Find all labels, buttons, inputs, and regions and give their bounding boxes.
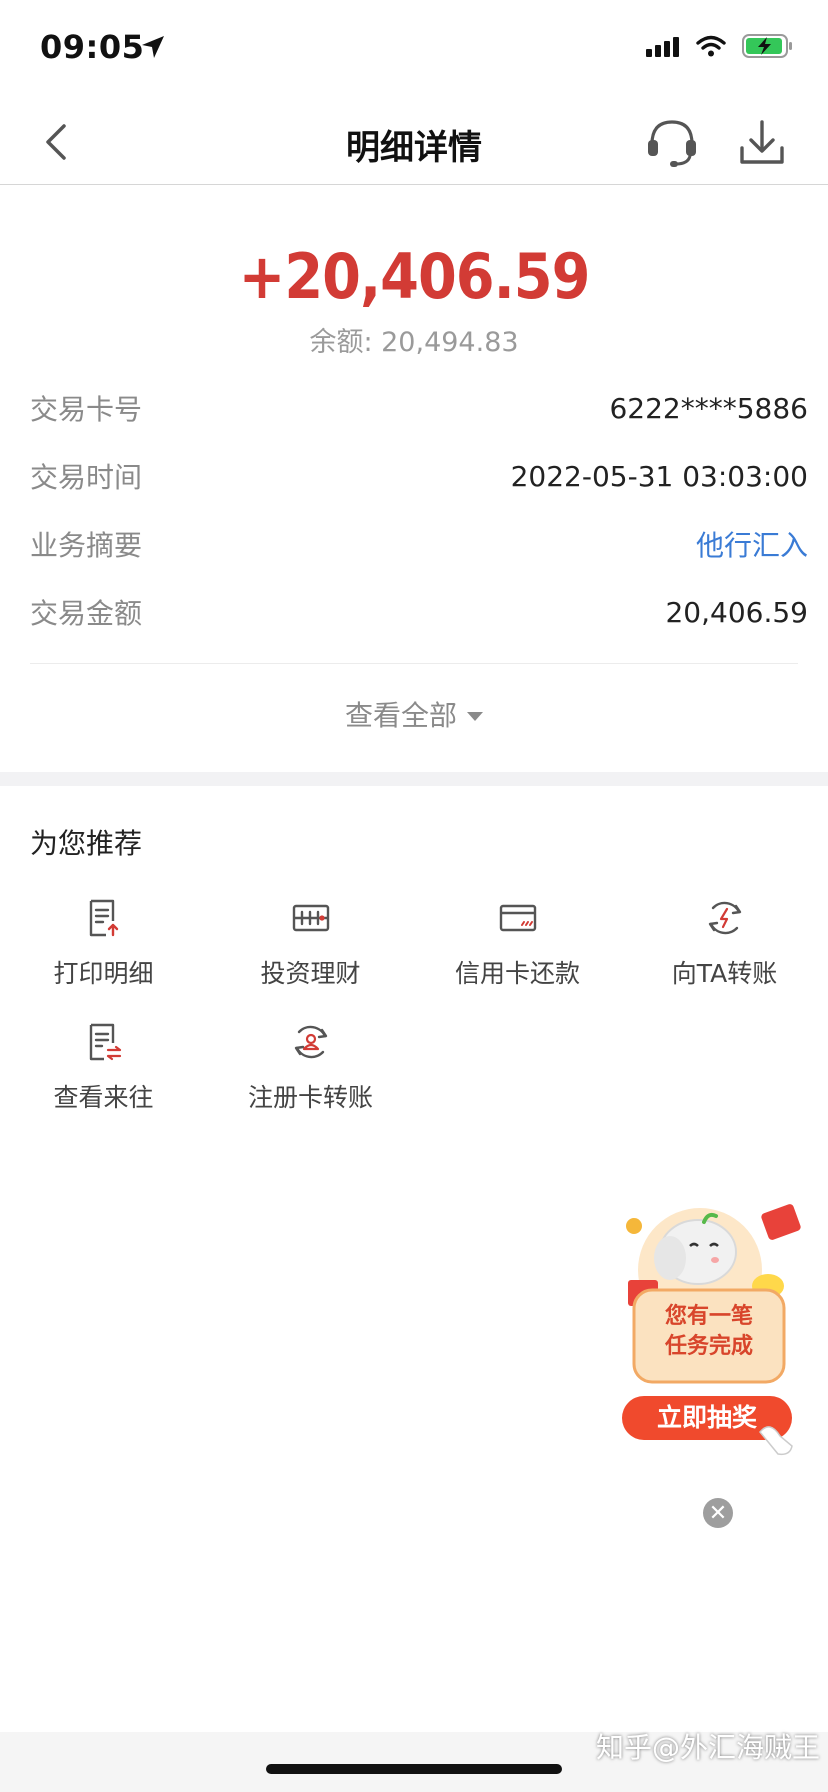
promo-close-icon[interactable]: ✕ — [703, 1498, 733, 1528]
location-arrow-icon — [140, 34, 166, 64]
detail-label: 交易卡号 — [30, 393, 143, 426]
cellular-signal-icon — [646, 35, 680, 61]
recommend-item-label: 打印明细 — [53, 959, 154, 988]
status-time: 09:05 — [40, 28, 145, 66]
promo-line2: 任务完成 — [664, 1334, 753, 1359]
detail-row-summary: 业务摘要 他行汇入 — [30, 510, 808, 578]
page-title: 明细详情 — [346, 128, 482, 168]
view-all-button[interactable]: 查看全部 — [0, 694, 828, 734]
detail-label: 交易时间 — [30, 461, 143, 494]
caret-down-icon — [467, 711, 483, 721]
recommend-item-label: 向TA转账 — [671, 959, 778, 988]
watermark: 知乎@外汇海贼王 — [595, 1731, 820, 1764]
status-icons — [646, 34, 794, 62]
lottery-promo-widget[interactable]: 您有一笔 任务完成 立即抽奖 — [620, 1200, 810, 1460]
recommend-item-invest[interactable]: 投资理财 — [207, 898, 414, 990]
recommend-item-print-detail[interactable]: 打印明细 — [0, 898, 207, 990]
detail-label: 业务摘要 — [30, 529, 143, 562]
status-bar: 09:05 — [0, 0, 828, 100]
view-all-label: 查看全部 — [344, 699, 457, 732]
recommend-item-credit-card[interactable]: 信用卡还款 — [414, 898, 621, 990]
recommend-item-label: 查看来往 — [53, 1083, 154, 1112]
wifi-icon — [696, 35, 726, 61]
transfer-to-ta-icon — [705, 898, 745, 938]
detail-row-time: 交易时间 2022-05-31 03:03:00 — [30, 442, 808, 510]
invest-icon — [291, 898, 331, 938]
detail-value: 6222****5886 — [609, 391, 808, 425]
print-detail-icon — [84, 898, 124, 938]
lottery-draw-button[interactable]: 立即抽奖 — [622, 1396, 792, 1440]
home-indicator[interactable] — [266, 1764, 562, 1774]
customer-service-headset-icon[interactable] — [644, 114, 700, 170]
recommend-title: 为您推荐 — [30, 827, 143, 860]
detail-value: 20,406.59 — [665, 595, 808, 629]
account-balance: 余额: 20,494.83 — [309, 327, 519, 358]
recommend-item-label: 投资理财 — [260, 959, 361, 988]
recommend-item-registered-card-transfer[interactable]: 注册卡转账 — [207, 1022, 414, 1114]
detail-row-card-number: 交易卡号 6222****5886 — [30, 374, 808, 442]
divider — [30, 663, 798, 664]
detail-row-amount: 交易金额 20,406.59 — [30, 578, 808, 646]
download-icon[interactable] — [734, 114, 790, 170]
promo-message: 您有一笔 任务完成 — [634, 1302, 784, 1362]
detail-label: 交易金额 — [30, 597, 143, 630]
recommend-item-label: 注册卡转账 — [247, 1083, 373, 1112]
recommend-item-view-exchanges[interactable]: 查看来往 — [0, 1022, 207, 1114]
promo-line1: 您有一笔 — [664, 1304, 753, 1329]
recommend-item-transfer-ta[interactable]: 向TA转账 — [621, 898, 828, 990]
registered-card-transfer-icon — [291, 1022, 331, 1062]
credit-card-icon — [498, 898, 538, 938]
transaction-amount: +20,406.59 — [238, 240, 591, 313]
detail-value: 2022-05-31 03:03:00 — [510, 459, 808, 493]
recommend-item-label: 信用卡还款 — [454, 959, 580, 988]
nav-bar: 明细详情 — [0, 100, 828, 185]
view-exchanges-icon — [84, 1022, 124, 1062]
battery-charging-icon — [742, 34, 794, 62]
section-separator — [0, 772, 828, 786]
detail-value-link[interactable]: 他行汇入 — [696, 524, 808, 564]
